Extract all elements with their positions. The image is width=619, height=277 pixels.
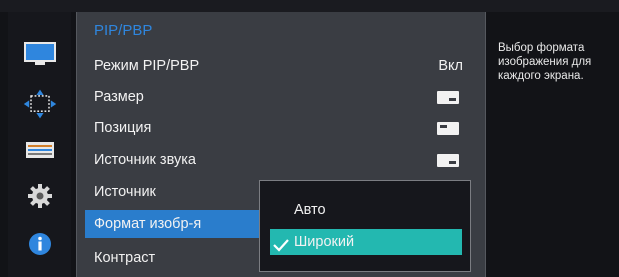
sound-source-icon <box>437 154 459 167</box>
settings-sliders-icon[interactable] <box>22 136 58 164</box>
menu-item-value: Вкл <box>438 58 463 74</box>
option-wide[interactable]: Широкий <box>270 229 462 255</box>
menu-item-pip-pbp-mode[interactable]: Режим PIP/PBP Вкл <box>85 52 477 80</box>
monitor-icon[interactable] <box>22 40 58 68</box>
menu-item-picture-format[interactable]: Формат изобр-я <box>85 210 260 238</box>
menu-item-label: Источник <box>94 184 156 200</box>
osd-screen: PIP/PBP Режим PIP/PBP Вкл Размер Позиция… <box>0 0 619 277</box>
option-label: Широкий <box>294 234 355 250</box>
menu-item-position[interactable]: Позиция <box>85 114 477 142</box>
help-text: Выбор формата изображения для каждого эк… <box>498 42 592 82</box>
menu-item-label: Контраст <box>94 250 156 266</box>
menu-item-size[interactable]: Размер <box>85 83 477 111</box>
option-auto[interactable]: Авто <box>270 197 462 223</box>
pip-move-icon[interactable] <box>22 89 58 119</box>
position-topleft-icon <box>437 122 459 135</box>
option-label: Авто <box>294 202 326 218</box>
size-large-icon <box>437 91 459 104</box>
gear-icon[interactable] <box>22 182 58 210</box>
checkmark-icon <box>273 235 289 252</box>
info-icon[interactable] <box>22 230 58 258</box>
menu-item-label: Позиция <box>94 120 152 136</box>
category-sidebar <box>8 12 71 277</box>
menu-item-label: Режим PIP/PBP <box>94 58 200 74</box>
osd-top-bar <box>0 0 619 12</box>
menu-title: PIP/PBP <box>94 22 153 39</box>
menu-item-label: Размер <box>94 89 144 105</box>
menu-item-label: Источник звука <box>94 152 196 168</box>
picture-format-submenu: Авто Широкий <box>259 180 471 272</box>
menu-item-sound-source[interactable]: Источник звука <box>85 146 477 174</box>
menu-item-label: Формат изобр-я <box>94 216 202 232</box>
help-panel: Выбор формата изображения для каждого эк… <box>486 12 619 277</box>
